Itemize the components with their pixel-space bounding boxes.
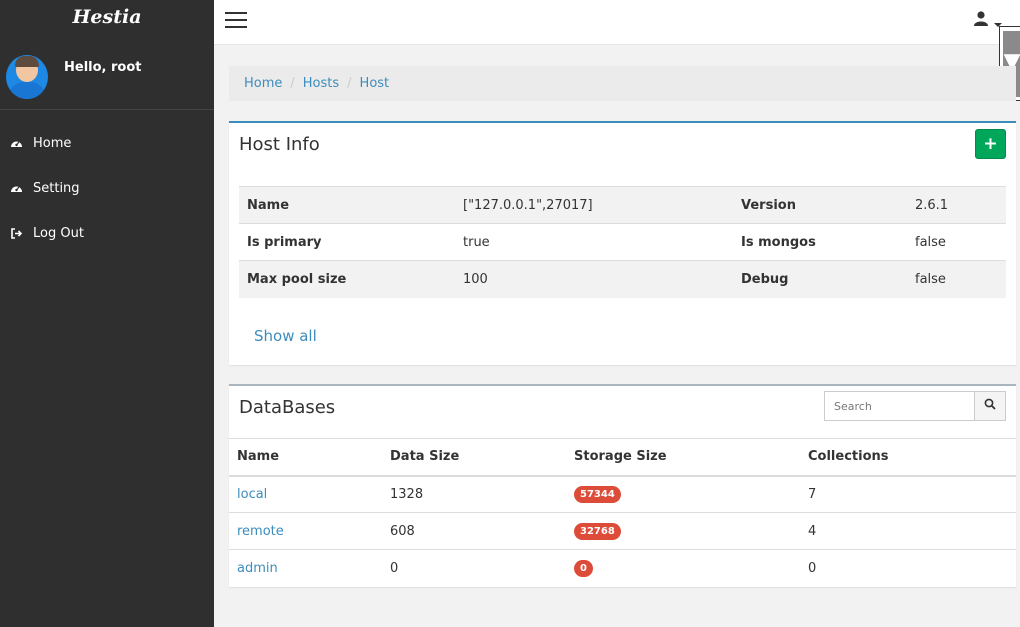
info-value: ["127.0.0.1",27017]: [455, 186, 733, 224]
info-key: Max pool size: [239, 260, 455, 298]
database-link[interactable]: local: [237, 487, 267, 502]
brand-logo[interactable]: Hestia: [0, 0, 214, 44]
info-key: Version: [733, 186, 907, 224]
databases-title: DataBases: [239, 397, 336, 418]
table-row: remote 608 32768 4: [229, 512, 1016, 550]
data-size-cell: 608: [382, 512, 566, 550]
table-row: Max pool size 100 Debug false: [239, 260, 1006, 298]
column-header: Name: [229, 438, 382, 477]
user-panel: Hello, root: [0, 44, 214, 110]
sidebar-item-label: Home: [33, 136, 72, 151]
sidebar-item-logout[interactable]: Log Out: [0, 211, 214, 256]
search-input[interactable]: [824, 391, 974, 421]
sidebar-nav: Home Setting Log Out: [0, 110, 214, 256]
search-icon: [984, 398, 996, 414]
sidebar-item-label: Setting: [33, 181, 80, 196]
add-button[interactable]: +: [975, 129, 1006, 159]
info-key: Is mongos: [733, 223, 907, 261]
info-value: false: [907, 223, 1006, 261]
hamburger-icon[interactable]: [225, 12, 247, 28]
collections-cell: 7: [800, 475, 1016, 513]
search-button[interactable]: [974, 391, 1006, 421]
greeting-text: Hello, root: [64, 60, 142, 75]
breadcrumb-separator: /: [347, 76, 352, 91]
breadcrumb-separator: /: [290, 76, 295, 91]
data-size-cell: 1328: [382, 475, 566, 513]
table-row: admin 0 0 0: [229, 549, 1016, 587]
column-header: Storage Size: [566, 438, 800, 477]
host-info-table: Name ["127.0.0.1",27017] Version 2.6.1 I…: [239, 186, 1006, 298]
storage-size-badge: 32768: [574, 522, 621, 540]
databases-panel: DataBases Name Data Size Storage Size Co…: [229, 384, 1016, 587]
storage-size-badge: 57344: [574, 485, 621, 503]
data-size-cell: 0: [382, 549, 566, 587]
column-header: Data Size: [382, 438, 566, 477]
user-menu-toggle[interactable]: [974, 11, 1002, 30]
breadcrumb: Home / Hosts / Host: [229, 66, 1016, 101]
table-header-row: Name Data Size Storage Size Collections: [229, 438, 1016, 477]
info-key: Name: [239, 186, 455, 224]
collections-cell: 0: [800, 549, 1016, 587]
sidebar-item-home[interactable]: Home: [0, 121, 214, 166]
breadcrumb-host[interactable]: Host: [360, 76, 390, 91]
info-key: Is primary: [239, 223, 455, 261]
dashboard-icon: [10, 137, 23, 150]
table-row: Name ["127.0.0.1",27017] Version 2.6.1: [239, 186, 1006, 224]
info-key: Debug: [733, 260, 907, 298]
breadcrumb-hosts[interactable]: Hosts: [303, 76, 339, 91]
database-link[interactable]: remote: [237, 524, 284, 539]
info-value: 100: [455, 260, 733, 298]
top-navbar: [214, 0, 1020, 45]
search-group: [824, 391, 1006, 421]
database-link[interactable]: admin: [237, 561, 278, 576]
user-icon: [974, 11, 988, 30]
column-header: Collections: [800, 438, 1016, 477]
sign-out-icon: [10, 227, 23, 240]
table-row: Is primary true Is mongos false: [239, 223, 1006, 261]
info-value: false: [907, 260, 1006, 298]
avatar: [6, 55, 48, 99]
breadcrumb-home[interactable]: Home: [244, 76, 282, 91]
host-info-title: Host Info: [239, 134, 320, 155]
sidebar: Hestia Hello, root Home Setting Log Out: [0, 0, 214, 627]
databases-table: Name Data Size Storage Size Collections …: [229, 438, 1016, 587]
sidebar-item-setting[interactable]: Setting: [0, 166, 214, 211]
show-all-link[interactable]: Show all: [254, 327, 317, 345]
table-row: local 1328 57344 7: [229, 475, 1016, 513]
info-value: true: [455, 223, 733, 261]
info-value: 2.6.1: [907, 186, 1006, 224]
sidebar-item-label: Log Out: [33, 226, 84, 241]
dashboard-icon: [10, 182, 23, 195]
collections-cell: 4: [800, 512, 1016, 550]
host-info-panel: Host Info + Name ["127.0.0.1",27017] Ver…: [229, 121, 1016, 365]
storage-size-badge: 0: [574, 559, 593, 577]
